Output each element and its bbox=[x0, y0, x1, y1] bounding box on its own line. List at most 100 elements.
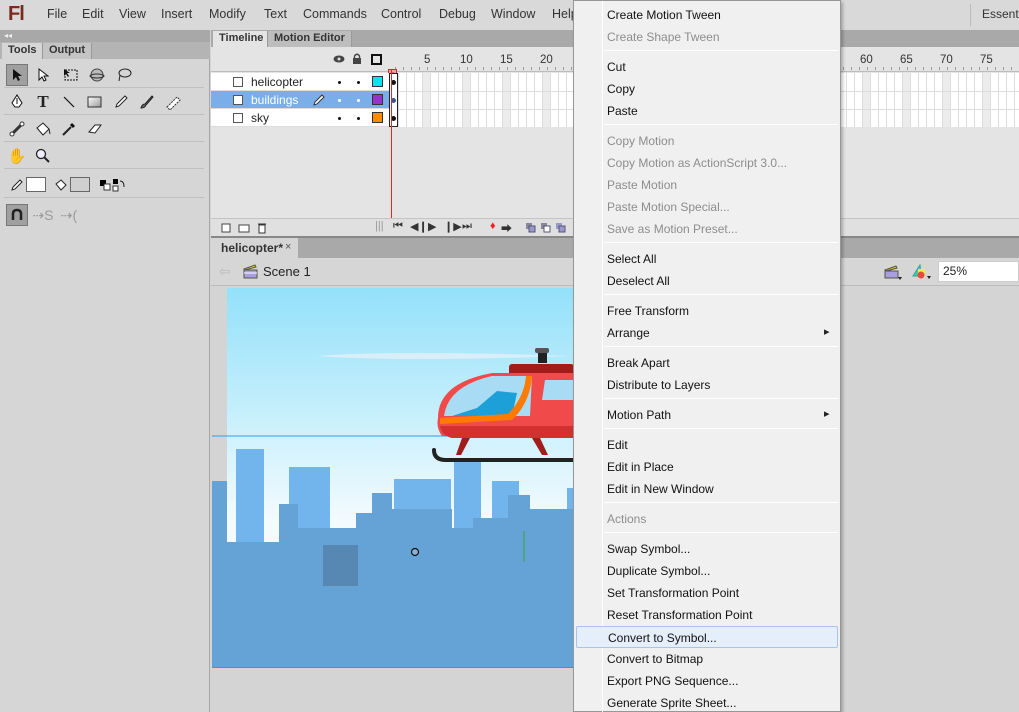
eraser-tool[interactable] bbox=[84, 118, 106, 140]
snap-to-objects-button[interactable] bbox=[6, 204, 28, 226]
frame-cell[interactable] bbox=[847, 73, 855, 127]
menu-item-reset-transformation-point[interactable]: Reset Transformation Point bbox=[576, 604, 838, 626]
lock-dot[interactable] bbox=[357, 117, 360, 120]
next-frame-button[interactable]: ❙▶ bbox=[444, 220, 462, 233]
visibility-dot[interactable] bbox=[338, 99, 341, 102]
frame-cell[interactable] bbox=[935, 73, 943, 127]
frame-cell[interactable] bbox=[983, 73, 991, 127]
menu-view[interactable]: View bbox=[119, 7, 146, 21]
lock-icon[interactable] bbox=[352, 53, 362, 64]
3d-rotation-tool[interactable] bbox=[86, 64, 108, 86]
menu-item-duplicate-symbol[interactable]: Duplicate Symbol... bbox=[576, 560, 838, 582]
frame-cell[interactable] bbox=[399, 73, 407, 127]
zoom-level-input[interactable]: 25% bbox=[938, 261, 1019, 282]
menu-item-edit-in-new-window[interactable]: Edit in New Window bbox=[576, 478, 838, 500]
menu-item-paste[interactable]: Paste bbox=[576, 100, 838, 122]
frame-cell[interactable] bbox=[919, 73, 927, 127]
frame-cell[interactable] bbox=[415, 73, 423, 127]
tab-timeline[interactable]: Timeline bbox=[213, 31, 270, 47]
bone-tool[interactable] bbox=[6, 118, 28, 140]
center-frame-button[interactable]: ♦ bbox=[490, 220, 496, 232]
frame-cell[interactable] bbox=[959, 73, 967, 127]
resize-grip[interactable]: ||| bbox=[375, 220, 384, 232]
frame-cell[interactable] bbox=[1007, 73, 1015, 127]
menu-item-swap-symbol[interactable]: Swap Symbol... bbox=[576, 538, 838, 560]
first-frame-button[interactable]: ⏮ bbox=[393, 220, 403, 233]
play-button[interactable]: ▶ bbox=[428, 220, 436, 233]
frame-cell[interactable] bbox=[479, 73, 487, 127]
frame-cell[interactable] bbox=[495, 73, 503, 127]
frame-cell[interactable] bbox=[543, 73, 551, 127]
fill-color-swatch[interactable] bbox=[70, 177, 90, 192]
frame-cell[interactable] bbox=[519, 73, 527, 127]
menu-item-generate-sprite-sheet[interactable]: Generate Sprite Sheet... bbox=[576, 692, 838, 712]
scene-label[interactable]: Scene 1 bbox=[263, 264, 311, 279]
frame-cell[interactable] bbox=[551, 73, 559, 127]
edit-symbols-icon[interactable] bbox=[911, 262, 933, 280]
pencil-tool[interactable] bbox=[110, 91, 132, 113]
eye-icon[interactable] bbox=[333, 54, 345, 64]
layer-row-helicopter[interactable]: helicopter bbox=[211, 73, 389, 91]
frame-cell[interactable] bbox=[895, 73, 903, 127]
edit-multiple-frames-icon[interactable] bbox=[556, 223, 566, 233]
frame-cell[interactable] bbox=[455, 73, 463, 127]
menu-edit[interactable]: Edit bbox=[82, 7, 104, 21]
visibility-dot[interactable] bbox=[338, 117, 341, 120]
deco-tool[interactable] bbox=[162, 91, 184, 113]
menu-file[interactable]: File bbox=[47, 7, 67, 21]
onion-skin-icon[interactable] bbox=[526, 223, 536, 233]
outline-icon[interactable] bbox=[371, 54, 382, 65]
frame-cell[interactable] bbox=[423, 73, 431, 127]
frame-cell[interactable] bbox=[887, 73, 895, 127]
zoom-tool[interactable] bbox=[32, 145, 54, 167]
new-layer-icon[interactable] bbox=[221, 223, 231, 233]
loop-button[interactable]: ⮕ bbox=[501, 220, 512, 236]
trash-icon[interactable] bbox=[257, 222, 267, 234]
layer-row-buildings[interactable]: buildings bbox=[211, 91, 389, 109]
workspace-switcher[interactable]: Essenti bbox=[982, 7, 1019, 21]
layer-color-swatch[interactable] bbox=[372, 76, 383, 87]
menu-modify[interactable]: Modify bbox=[209, 7, 246, 21]
frame-cell[interactable] bbox=[903, 73, 911, 127]
edit-scene-icon[interactable] bbox=[883, 263, 903, 281]
straighten-button[interactable]: ⇢( bbox=[58, 204, 80, 226]
new-folder-icon[interactable] bbox=[238, 223, 250, 233]
collapse-panel-button[interactable]: ◂◂ bbox=[0, 30, 210, 42]
lasso-tool[interactable] bbox=[112, 64, 134, 86]
frame-cell[interactable] bbox=[463, 73, 471, 127]
menu-item-free-transform[interactable]: Free Transform bbox=[576, 300, 838, 322]
menu-item-convert-to-symbol[interactable]: Convert to Symbol... bbox=[576, 626, 838, 648]
menu-commands[interactable]: Commands bbox=[303, 7, 367, 21]
frame-cell[interactable] bbox=[527, 73, 535, 127]
frame-cell[interactable] bbox=[927, 73, 935, 127]
smooth-button[interactable]: ⇢S bbox=[32, 204, 54, 226]
onion-outlines-icon[interactable] bbox=[541, 223, 551, 233]
menu-control[interactable]: Control bbox=[381, 7, 421, 21]
frame-cell[interactable] bbox=[991, 73, 999, 127]
frame-cell[interactable] bbox=[855, 73, 863, 127]
layer-color-swatch[interactable] bbox=[372, 94, 383, 105]
menu-item-motion-path[interactable]: Motion Path ▸ bbox=[576, 404, 838, 426]
menu-item-edit-in-place[interactable]: Edit in Place bbox=[576, 456, 838, 478]
last-frame-button[interactable]: ⏭ bbox=[462, 220, 472, 233]
tab-tools[interactable]: Tools bbox=[2, 43, 43, 59]
lock-dot[interactable] bbox=[357, 99, 360, 102]
frame-cell[interactable] bbox=[911, 73, 919, 127]
menu-insert[interactable]: Insert bbox=[161, 7, 192, 21]
frame-cell[interactable] bbox=[447, 73, 455, 127]
layer-color-swatch[interactable] bbox=[372, 112, 383, 123]
frame-cell[interactable] bbox=[487, 73, 495, 127]
frame-cell[interactable] bbox=[863, 73, 871, 127]
menu-window[interactable]: Window bbox=[491, 7, 535, 21]
tab-motion-editor[interactable]: Motion Editor bbox=[267, 31, 352, 47]
visibility-dot[interactable] bbox=[338, 81, 341, 84]
menu-item-break-apart[interactable]: Break Apart bbox=[576, 352, 838, 374]
menu-item-copy[interactable]: Copy bbox=[576, 78, 838, 100]
rectangle-tool[interactable] bbox=[84, 91, 106, 113]
frame-cell[interactable] bbox=[1015, 73, 1019, 127]
frame-cell[interactable] bbox=[535, 73, 543, 127]
subselection-tool[interactable] bbox=[32, 64, 54, 86]
frame-cell[interactable] bbox=[951, 73, 959, 127]
frame-cell[interactable] bbox=[999, 73, 1007, 127]
menu-text[interactable]: Text bbox=[264, 7, 287, 21]
